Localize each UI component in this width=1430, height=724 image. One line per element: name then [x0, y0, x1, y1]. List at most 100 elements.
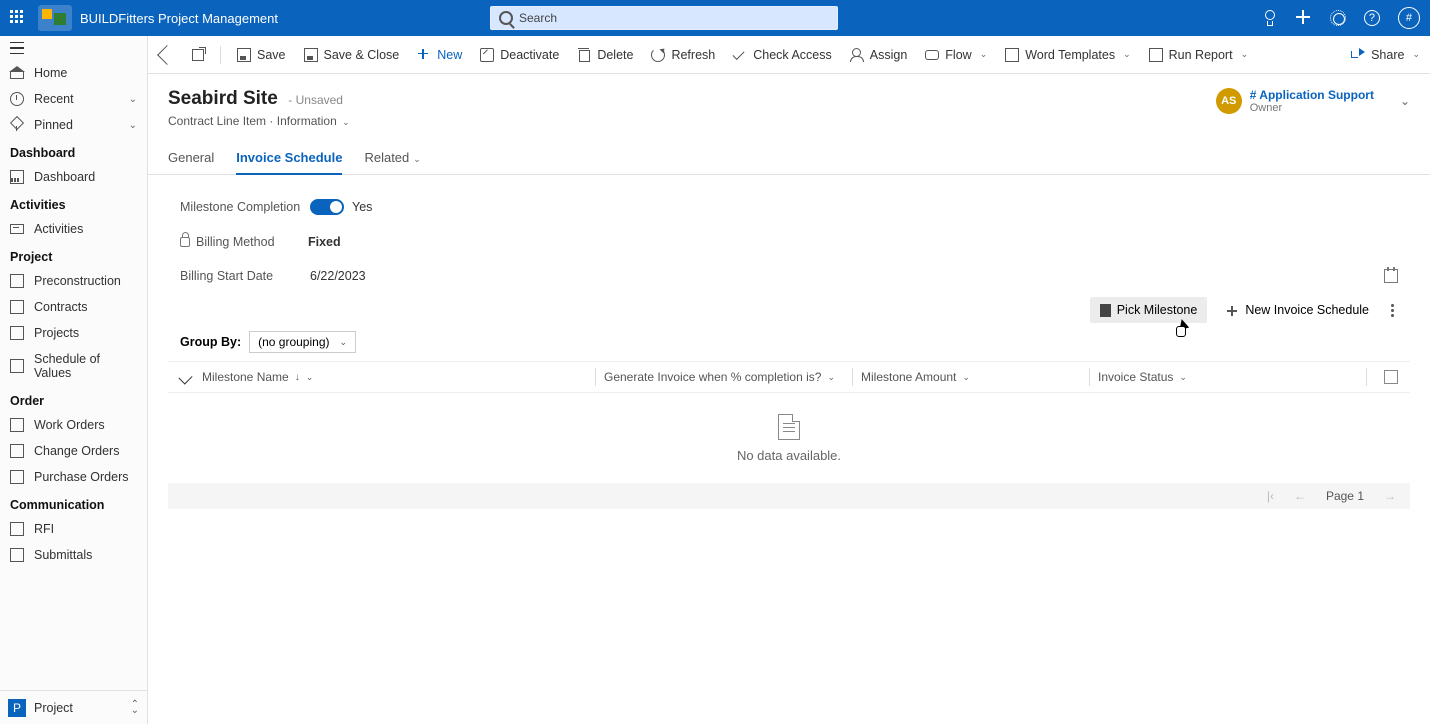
report-icon	[1149, 48, 1163, 62]
field-milestone-completion: Milestone Completion Yes	[168, 189, 1410, 225]
chevron-down-icon: ⌄	[340, 337, 348, 348]
chevron-down-icon: ⌄	[1241, 49, 1249, 60]
flow-icon	[925, 48, 939, 62]
global-search-input[interactable]: Search	[490, 6, 838, 30]
tab-general[interactable]: General	[168, 142, 214, 174]
back-button[interactable]	[158, 44, 176, 66]
group-by-label: Group By:	[180, 335, 241, 349]
chevron-down-icon: ⌄	[306, 372, 314, 383]
grid-overflow-button[interactable]	[1391, 309, 1394, 312]
sidebar-item-dashboard[interactable]: Dashboard	[0, 164, 147, 190]
sidebar-item-purchase-orders[interactable]: Purchase Orders	[0, 464, 147, 490]
pick-milestone-button[interactable]: Pick Milestone	[1090, 297, 1208, 323]
sidebar-item-work-orders[interactable]: Work Orders	[0, 412, 147, 438]
app-title: BUILDFitters Project Management	[80, 11, 278, 26]
assign-icon	[850, 48, 864, 62]
word-templates-button[interactable]: Word Templates⌄	[1003, 44, 1132, 66]
col-invoice-status[interactable]: Invoice Status⌄	[1098, 370, 1358, 384]
new-invoice-schedule-button[interactable]: New Invoice Schedule	[1215, 297, 1379, 323]
col-generate-invoice[interactable]: Generate Invoice when % completion is?⌄	[604, 370, 844, 384]
column-options-icon[interactable]	[1384, 370, 1398, 384]
app-launcher-icon[interactable]	[10, 10, 26, 26]
preconstruction-icon	[10, 274, 24, 288]
check-access-button[interactable]: Check Access	[731, 44, 834, 66]
pager-first[interactable]: |‹	[1267, 489, 1274, 503]
delete-button[interactable]: Delete	[575, 44, 635, 66]
save-close-icon	[304, 48, 318, 62]
quick-create-icon[interactable]	[1296, 10, 1312, 26]
chevron-down-icon: ⌄	[827, 372, 835, 383]
sidebar-label: Recent	[34, 92, 74, 106]
deactivate-button[interactable]: Deactivate	[478, 44, 561, 66]
sov-icon	[10, 359, 24, 373]
area-label: Project	[34, 701, 73, 715]
sidebar-item-sov[interactable]: Schedule of Values	[0, 346, 147, 386]
sidebar-area-switcher[interactable]: P Project ⌃⌄	[0, 690, 147, 724]
record-unsaved-status: - Unsaved	[288, 93, 343, 107]
tab-related[interactable]: Related⌄	[364, 142, 420, 174]
calendar-icon[interactable]	[1384, 269, 1398, 283]
group-by-select[interactable]: (no grouping) ⌄	[249, 331, 356, 353]
pager-next[interactable]: →	[1384, 489, 1396, 503]
flow-button[interactable]: Flow⌄	[923, 44, 989, 66]
toggle-milestone-completion[interactable]	[310, 199, 344, 215]
sidebar-label: Activities	[34, 222, 83, 236]
deactivate-icon	[480, 48, 494, 62]
open-in-new-button[interactable]	[190, 45, 206, 65]
new-button[interactable]: New	[415, 44, 464, 66]
sidebar-item-submittals[interactable]: Submittals	[0, 542, 147, 568]
word-icon	[1005, 48, 1019, 62]
lightbulb-icon[interactable]	[1262, 10, 1278, 26]
field-value[interactable]: 6/22/2023	[310, 269, 366, 283]
save-button[interactable]: Save	[235, 44, 288, 66]
rfi-icon	[10, 522, 24, 536]
sidebar-item-pinned[interactable]: Pinned ⌄	[0, 112, 147, 138]
pager-prev[interactable]: ←	[1294, 489, 1306, 503]
chevron-down-icon: ⌄	[129, 94, 137, 105]
sidebar-item-activities[interactable]: Activities	[0, 216, 147, 242]
clock-icon	[10, 92, 24, 106]
owner-name: # Application Support	[1250, 88, 1374, 102]
separator	[220, 46, 221, 64]
tab-invoice-schedule[interactable]: Invoice Schedule	[236, 142, 342, 175]
area-updown-icon: ⌃⌄	[131, 702, 139, 714]
sidebar-item-preconstruction[interactable]: Preconstruction	[0, 268, 147, 294]
change-orders-icon	[10, 444, 24, 458]
refresh-button[interactable]: Refresh	[649, 44, 717, 66]
sidebar-item-rfi[interactable]: RFI	[0, 516, 147, 542]
sidebar-label: Home	[34, 66, 67, 80]
plus-icon	[1225, 303, 1239, 317]
record-header: Seabird Site - Unsaved Contract Line Ite…	[148, 74, 1430, 128]
record-owner[interactable]: AS # Application Support Owner ⌄	[1216, 88, 1410, 114]
form-name[interactable]: Information	[277, 114, 337, 128]
save-close-button[interactable]: Save & Close	[302, 44, 402, 66]
sidebar-section-order: Order	[0, 386, 147, 412]
sidebar-item-recent[interactable]: Recent ⌄	[0, 86, 147, 112]
sidebar-item-home[interactable]: Home	[0, 60, 147, 86]
area-badge: P	[8, 699, 26, 717]
user-avatar[interactable]: #	[1398, 7, 1420, 29]
empty-file-icon	[778, 414, 800, 440]
settings-icon[interactable]	[1330, 10, 1346, 26]
sidebar-label: Change Orders	[34, 444, 119, 458]
sidebar-label: Submittals	[34, 548, 92, 562]
open-in-new-icon	[192, 49, 204, 61]
refresh-icon	[651, 48, 665, 62]
share-button[interactable]: Share⌄	[1351, 48, 1420, 62]
run-report-button[interactable]: Run Report⌄	[1147, 44, 1250, 66]
sidebar-toggle-icon[interactable]	[10, 42, 24, 54]
col-milestone-name[interactable]: Milestone Name↓⌄	[202, 370, 587, 384]
sidebar-item-change-orders[interactable]: Change Orders	[0, 438, 147, 464]
command-bar: Save Save & Close New Deactivate Delete …	[148, 36, 1430, 74]
projects-icon	[10, 326, 24, 340]
help-icon[interactable]: ?	[1364, 10, 1380, 26]
col-milestone-amount[interactable]: Milestone Amount⌄	[861, 370, 1081, 384]
sidebar-section-communication: Communication	[0, 490, 147, 516]
assign-button[interactable]: Assign	[848, 44, 910, 66]
select-all-check-icon[interactable]	[178, 370, 192, 384]
sidebar-item-contracts[interactable]: Contracts	[0, 294, 147, 320]
field-label: Billing Method	[196, 235, 308, 249]
home-icon	[10, 66, 24, 80]
sidebar-item-projects[interactable]: Projects	[0, 320, 147, 346]
sidebar-section-dashboard: Dashboard	[0, 138, 147, 164]
